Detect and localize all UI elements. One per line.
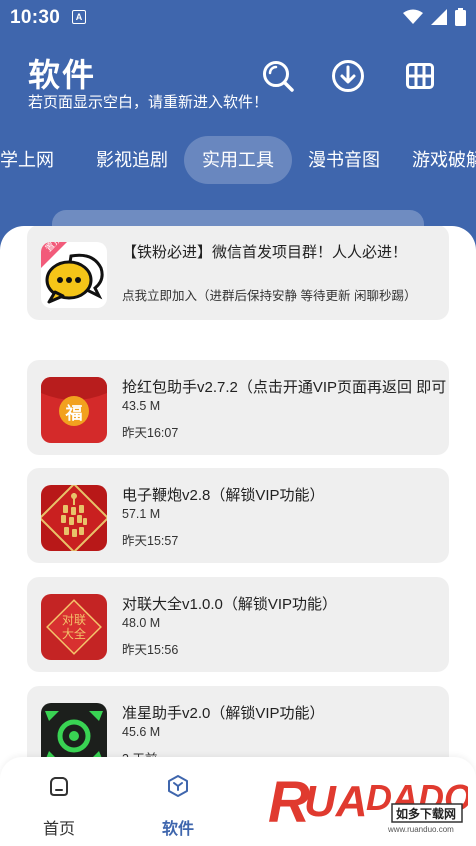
home-icon (50, 777, 68, 796)
app-name: 【铁粉必进】微信首发项目群！人人必进！ (122, 244, 408, 261)
app-date: 昨天15:57 (122, 534, 179, 548)
category-grid-button[interactable] (402, 58, 438, 94)
status-bar: 10:30 A (0, 0, 476, 36)
couplet-icon: 对联大全 (41, 594, 107, 660)
notification-icon: A (72, 10, 86, 24)
page-title: 软件 (28, 57, 97, 93)
app-size: 43.5 M (122, 399, 161, 413)
signal-icon (431, 9, 447, 25)
nav-home-label: 首页 (42, 821, 75, 838)
tab-video[interactable]: 影视追剧 (96, 136, 168, 184)
category-tabs: 科学上网 影视追剧 实用工具 漫书音图 游戏破解 (0, 136, 476, 184)
red-envelope-icon: 福 (41, 377, 107, 443)
app-list-sheet: 置顶 【铁粉必进】微信首发项目群！人人必进！ 点我立即加入（进群后保持安静 等待… (0, 226, 476, 846)
app-name: 对联大全v1.0.0（解锁VIP功能） (122, 596, 338, 613)
list-item[interactable]: 对联大全 对联大全v1.0.0（解锁VIP功能） 48.0 M 昨天15:56 (27, 577, 449, 672)
app-date: 昨天16:07 (122, 426, 179, 440)
app-name: 电子鞭炮v2.8（解锁VIP功能） (122, 487, 325, 504)
firecracker-icon (41, 485, 107, 551)
watermark-logo: R UA DADO 如多下载网 www.ruanduo.com (268, 764, 472, 835)
nav-software-label: 软件 (161, 821, 194, 838)
tab-books-music[interactable]: 漫书音图 (308, 136, 380, 184)
page-subtitle: 若页面显示空白，请重新进入软件！ (28, 94, 269, 111)
list-item[interactable]: 置顶 【铁粉必进】微信首发项目群！人人必进！ 点我立即加入（进群后保持安静 等待… (27, 226, 449, 320)
nav-home[interactable]: 首页 (9, 757, 109, 846)
app-description: 点我立即加入（进群后保持安静 等待更新 闲聊秒踢） (122, 289, 417, 303)
search-button[interactable] (260, 58, 296, 94)
tab-utilities[interactable]: 实用工具 (184, 136, 292, 184)
svg-text:UA: UA (304, 777, 368, 826)
app-size: 48.0 M (122, 616, 161, 630)
battery-icon (455, 8, 466, 26)
wifi-icon (403, 9, 423, 24)
couplet-text: 对联大全 (61, 613, 86, 641)
list-item[interactable]: 电子鞭炮v2.8（解锁VIP功能） 57.1 M 昨天15:57 (27, 468, 449, 563)
list-item[interactable]: 福 抢红包助手v2.7.2（点击开通VIP页面再返回 即可 43.5 M 昨天1… (27, 360, 449, 455)
app-name: 准星助手v2.0（解锁VIP功能） (122, 705, 325, 722)
chat-bubble-icon: 置顶 (41, 242, 107, 308)
download-icon (332, 60, 364, 92)
grid-icon (406, 63, 434, 89)
software-icon (168, 775, 188, 797)
tab-science-internet[interactable]: 科学上网 (0, 136, 54, 184)
app-date: 昨天15:56 (122, 643, 179, 657)
app-size: 45.6 M (122, 725, 161, 739)
download-button[interactable] (330, 58, 366, 94)
search-icon (263, 61, 294, 92)
svg-text:www.ruanduo.com: www.ruanduo.com (387, 825, 454, 834)
svg-text:如多下载网: 如多下载网 (396, 806, 456, 821)
nav-software[interactable]: 软件 (128, 757, 228, 846)
tab-game-crack[interactable]: 游戏破解 (412, 136, 476, 184)
app-name: 抢红包助手v2.7.2（点击开通VIP页面再返回 即可 (122, 379, 447, 396)
app-size: 57.1 M (122, 507, 161, 521)
status-time: 10:30 (10, 7, 61, 28)
envelope-char: 福 (65, 404, 83, 423)
